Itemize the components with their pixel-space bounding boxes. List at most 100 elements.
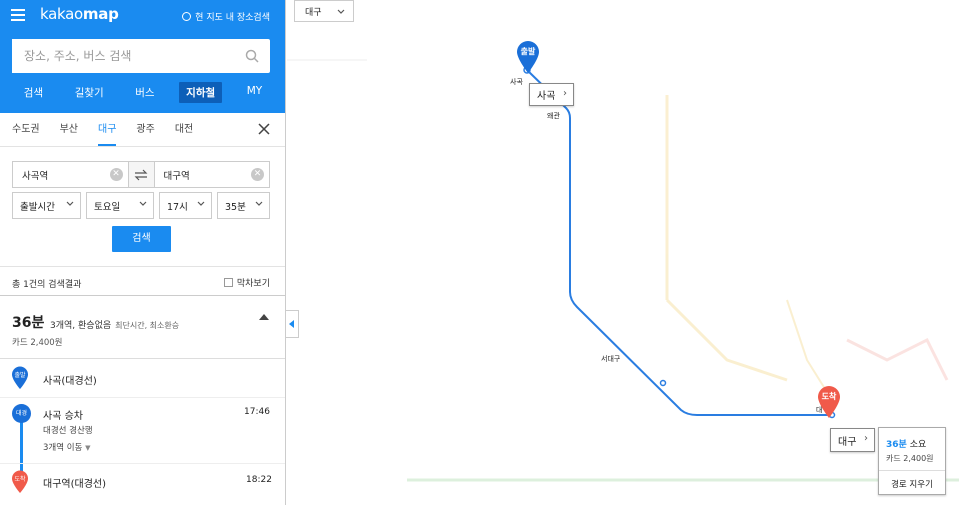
bg-line-yellow-2	[665, 298, 788, 382]
start-station: 사곡(대경선)	[43, 376, 97, 387]
result-header: 총 1건의 검색결과 막차보기	[0, 266, 285, 296]
region-tab-capital[interactable]: 수도권	[12, 113, 40, 146]
close-icon[interactable]	[257, 122, 271, 136]
search-icon[interactable]	[245, 49, 259, 63]
route-line-segment	[20, 415, 23, 475]
end-pin[interactable]: 도착	[817, 385, 841, 419]
mode-select-value: 출발시간	[20, 201, 55, 213]
end-callout-label: 대구	[838, 436, 857, 448]
route-summary[interactable]: 36분 3개역, 환승없음 최단시간, 최소환승 카드 2,400원	[0, 297, 285, 359]
swap-icon	[134, 169, 148, 180]
board-time: 17:46	[244, 407, 270, 417]
end-badge: 도착	[14, 476, 26, 483]
result-count: 총 1건의 검색결과	[12, 280, 82, 290]
last-train-toggle[interactable]: 막차보기	[223, 276, 270, 289]
route-fare: 카드 2,400원	[12, 338, 63, 348]
start-callout[interactable]: 사곡 ›	[529, 83, 574, 106]
clear-destination-icon[interactable]: ✕	[251, 168, 264, 181]
swap-button[interactable]	[127, 162, 155, 187]
destination-field[interactable]: 대구역 ✕	[155, 162, 270, 187]
panel-header: kakaomap 현 지도 내 장소검색 검색 길찾기 버스 지하철 MY	[0, 0, 285, 113]
board-badge: 대경	[12, 404, 31, 423]
day-select[interactable]: 토요일	[86, 192, 154, 219]
chevron-down-icon	[255, 201, 263, 206]
route-info-duration: 36분	[886, 440, 907, 450]
region-tab-gwangju[interactable]: 광주	[136, 113, 154, 146]
route-meta: 3개역, 환승없음 최단시간, 최소환승	[50, 318, 179, 331]
route-duration: 36분	[12, 315, 45, 331]
start-pin[interactable]: 출발	[516, 40, 540, 74]
region-tab-daegu[interactable]: 대구	[98, 113, 117, 146]
clear-origin-icon[interactable]: ✕	[109, 168, 123, 181]
start-pin-label: 출발	[520, 47, 536, 56]
chevron-right-icon: ›	[864, 433, 868, 444]
station-label-sagok: 사곡	[510, 78, 523, 86]
route-info-box: 36분 소요 카드 2,400원 경로 지우기	[878, 427, 946, 495]
search-box	[12, 39, 270, 73]
day-select-value: 토요일	[94, 201, 121, 213]
route-line	[526, 69, 832, 416]
caret-down-icon: ▼	[85, 444, 91, 452]
chevron-down-icon	[66, 201, 74, 206]
board-station: 사곡 승차	[43, 411, 83, 422]
start-callout-label: 사곡	[537, 91, 556, 102]
panel-toggle[interactable]	[286, 310, 299, 338]
logo-light: kakao	[40, 5, 83, 23]
route-info-fare: 카드 2,400원	[886, 454, 934, 463]
station-dot-seodaegu	[659, 379, 667, 387]
main-tabs: 검색 길찾기 버스 지하철 MY	[0, 82, 285, 103]
search-input[interactable]	[12, 39, 232, 73]
start-badge: 출발	[14, 372, 26, 379]
start-step-icon: 출발	[11, 366, 29, 390]
end-station: 대구역(대경선)	[43, 479, 107, 490]
chevron-right-icon: ›	[563, 88, 567, 99]
route-info-suffix: 소요	[909, 440, 927, 450]
route-tags: 최단시간, 최소환승	[115, 321, 180, 330]
last-train-label: 막차보기	[236, 279, 270, 289]
route-info: 3개역, 환승없음	[50, 321, 112, 331]
clear-route-button[interactable]: 경로 지우기	[879, 470, 945, 490]
region-tab-busan[interactable]: 부산	[60, 113, 78, 146]
tab-directions[interactable]: 길찾기	[68, 82, 111, 103]
chevron-down-icon	[197, 201, 205, 206]
minute-select[interactable]: 35분	[217, 192, 270, 219]
end-step-icon: 도착	[11, 470, 29, 494]
divider	[0, 463, 285, 464]
tab-bus[interactable]: 버스	[128, 82, 161, 103]
route-inputs: 사곡역 ✕ 대구역 ✕	[12, 161, 270, 188]
end-pin-label: 도착	[821, 392, 837, 401]
stops-count: 3개역 이동	[43, 443, 83, 453]
chevron-left-icon	[289, 320, 294, 328]
minute-select-value: 35분	[225, 201, 246, 213]
origin-field[interactable]: 사곡역 ✕	[13, 162, 128, 187]
hour-select-value: 17시	[167, 201, 188, 213]
tab-subway[interactable]: 지하철	[179, 82, 223, 103]
tab-my[interactable]: MY	[240, 82, 269, 103]
logo[interactable]: kakaomap	[40, 5, 119, 23]
city-select[interactable]: 대구	[294, 0, 354, 22]
mode-select[interactable]: 출발시간	[12, 192, 81, 219]
end-callout[interactable]: 대구 ›	[830, 428, 875, 452]
divider	[0, 397, 285, 398]
side-panel: kakaomap 현 지도 내 장소검색 검색 길찾기 버스 지하철 MY 수도…	[0, 0, 286, 505]
destination-value: 대구역	[163, 170, 190, 182]
menu-icon[interactable]	[11, 9, 25, 21]
station-label-waegwan: 왜관	[547, 112, 560, 120]
route-info-duration-row: 36분 소요	[886, 437, 926, 450]
city-select-value: 대구	[305, 7, 322, 18]
region-tab-daejeon[interactable]: 대전	[175, 113, 193, 146]
bg-line-red	[846, 337, 949, 381]
board-line: 대경선 경산행	[43, 426, 93, 436]
search-in-map-button[interactable]: 현 지도 내 장소검색	[182, 10, 270, 23]
tab-search[interactable]: 검색	[17, 82, 50, 103]
origin-value: 사곡역	[22, 170, 49, 182]
search-button[interactable]: 검색	[112, 226, 171, 252]
checkbox-icon	[223, 278, 233, 287]
search-in-map-label: 현 지도 내 장소검색	[195, 13, 270, 23]
logo-bold: map	[82, 5, 119, 23]
collapse-icon[interactable]	[259, 314, 269, 320]
hour-select[interactable]: 17시	[159, 192, 212, 219]
end-time: 18:22	[246, 475, 272, 485]
stops-toggle[interactable]: 3개역 이동 ▼	[43, 441, 90, 453]
station-label-seodaegu: 서대구	[601, 355, 621, 363]
